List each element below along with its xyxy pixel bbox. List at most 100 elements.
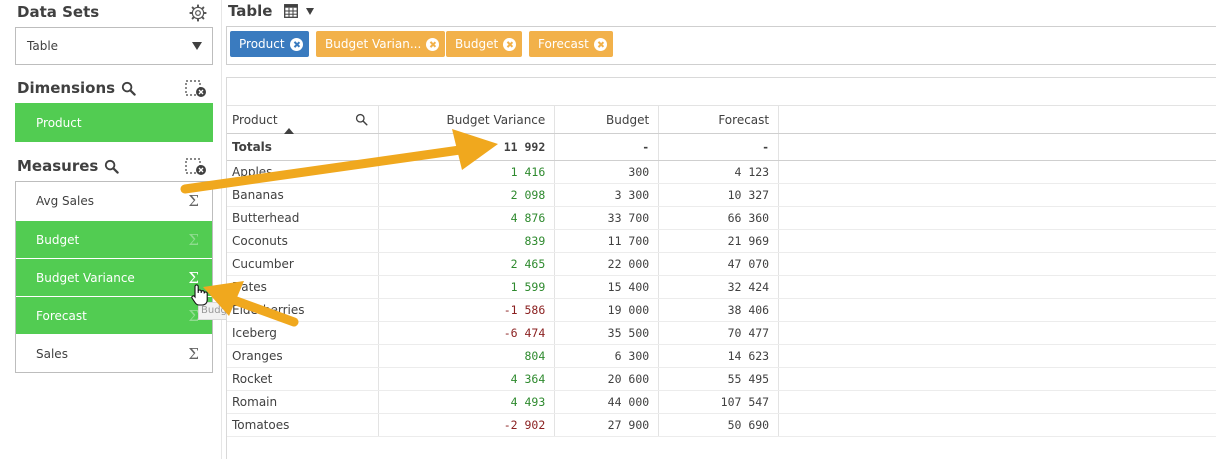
empty-header-cell [778,105,1216,134]
cell-budget-variance: 1 416 [378,160,556,184]
close-icon[interactable] [289,37,303,51]
measure-item-label: Avg Sales [36,194,94,208]
column-header-forecast[interactable]: Forecast [658,105,780,134]
measure-tooltip: Budg [198,302,228,320]
empty-cell [778,367,1216,391]
cell-product[interactable]: Oranges [227,344,380,368]
search-icon[interactable] [121,81,136,96]
cell-budget-variance: -2 902 [378,413,556,437]
cell-product[interactable]: Tomatoes [227,413,380,437]
measure-item-forecast[interactable]: Forecast Σ [16,296,212,334]
cell-product[interactable]: Cucumber [227,252,380,276]
dimensions-title: Dimensions [17,79,116,97]
search-icon[interactable] [104,159,120,174]
assets-panel: Data Sets Table Dimensions Product Measu… [0,0,222,459]
measure-item-avg-sales[interactable]: Avg Sales Σ [16,182,212,220]
data-set-dropdown[interactable]: Table [15,27,213,65]
empty-cell [778,206,1216,230]
cell-budget: 15 400 [554,275,660,299]
field-chip-budget[interactable]: Budget [446,31,523,57]
cell-budget: 6 300 [554,344,660,368]
cell-budget: 11 700 [554,229,660,253]
column-header-budget-variance[interactable]: Budget Variance [378,105,556,134]
field-chip-product[interactable]: Product [230,31,309,57]
field-chip-budget-variance[interactable]: Budget Varian... [316,31,446,57]
measure-item-budget-variance[interactable]: Budget Variance Σ [16,258,212,296]
cell-budget-variance: 1 599 [378,275,556,299]
cell-budget-variance: 4 364 [378,367,556,391]
cell-product[interactable]: Romain [227,390,380,414]
close-icon[interactable] [426,37,440,51]
cell-budget: 27 900 [554,413,660,437]
table-row: Romain 4 493 44 000 107 547 [227,390,1216,414]
cell-budget-variance: 2 098 [378,183,556,207]
cell-budget: 19 000 [554,298,660,322]
cell-budget-variance: 839 [378,229,556,253]
cell-product[interactable]: Iceberg [227,321,380,345]
cell-product[interactable]: Bananas [227,183,380,207]
measure-item-label: Budget Variance [36,270,135,285]
table-row: Oranges 804 6 300 14 623 [227,344,1216,368]
empty-cell [778,298,1216,322]
table-row: Dates 1 599 15 400 32 424 [227,275,1216,299]
measure-item-label: Sales [36,346,68,361]
cell-product[interactable]: Butterhead [227,206,380,230]
table-header-row: Product Budget Variance Budget Forecast [227,105,1216,134]
empty-cell [778,344,1216,368]
visualization-header: Table [228,2,315,20]
dimensions-header: Dimensions [17,79,136,97]
cell-product[interactable]: Rocket [227,367,380,391]
totals-budget-variance: 11 992 [378,133,556,161]
totals-label: Totals [227,133,380,161]
close-icon[interactable] [593,37,607,51]
cell-forecast: 107 547 [658,390,780,414]
measure-item-label: Forecast [36,308,87,323]
table-icon[interactable] [284,4,299,18]
data-sets-title: Data Sets [17,3,100,21]
totals-budget: - [554,133,660,161]
measure-item-budget[interactable]: Budget Σ [16,220,212,258]
gear-icon[interactable] [189,4,207,22]
field-chip-label: Forecast [538,37,589,51]
cell-budget-variance: 4 493 [378,390,556,414]
field-chip-forecast[interactable]: Forecast [529,31,613,57]
cell-budget: 22 000 [554,252,660,276]
measures-list: Avg Sales Σ Budget Σ Budget Variance Σ F… [15,181,213,373]
table-row: Iceberg -6 474 35 500 70 477 [227,321,1216,345]
field-chip-label: Budget [455,37,499,51]
field-chip-label: Budget Varian... [325,37,422,51]
measure-item-sales[interactable]: Sales Σ [16,334,212,372]
measure-item-label: Budget [36,232,80,247]
dimension-item-product[interactable]: Product [15,103,213,142]
cell-budget-variance: -1 586 [378,298,556,322]
cell-budget-variance: 4 876 [378,206,556,230]
cell-forecast: 66 360 [658,206,780,230]
cell-product[interactable]: Elderberries [227,298,380,322]
table-row: Tomatoes -2 902 27 900 50 690 [227,413,1216,437]
cell-forecast: 32 424 [658,275,780,299]
clear-selection-icon[interactable] [185,158,207,176]
clear-selection-icon[interactable] [185,80,207,98]
chevron-down-icon[interactable] [306,7,315,15]
data-set-selected-value: Table [27,39,59,53]
sigma-icon: Σ [188,192,199,210]
data-table: Product Budget Variance Budget Forecast … [227,105,1216,437]
cell-product[interactable]: Dates [227,275,380,299]
dimension-item-label: Product [36,115,82,130]
sort-ascending-icon [284,128,294,134]
empty-cell [778,229,1216,253]
cell-forecast: 50 690 [658,413,780,437]
table-row: Rocket 4 364 20 600 55 495 [227,367,1216,391]
column-header-product[interactable]: Product [227,105,380,134]
table-row: Elderberries -1 586 19 000 38 406 [227,298,1216,322]
search-icon[interactable] [355,113,368,126]
sigma-icon: Σ [188,231,199,249]
empty-cell [778,160,1216,184]
measures-title: Measures [17,157,99,175]
cell-product[interactable]: Apples [227,160,380,184]
cell-budget: 35 500 [554,321,660,345]
cell-product[interactable]: Coconuts [227,229,380,253]
close-icon[interactable] [503,37,517,51]
column-header-budget[interactable]: Budget [554,105,660,134]
cell-forecast: 14 623 [658,344,780,368]
